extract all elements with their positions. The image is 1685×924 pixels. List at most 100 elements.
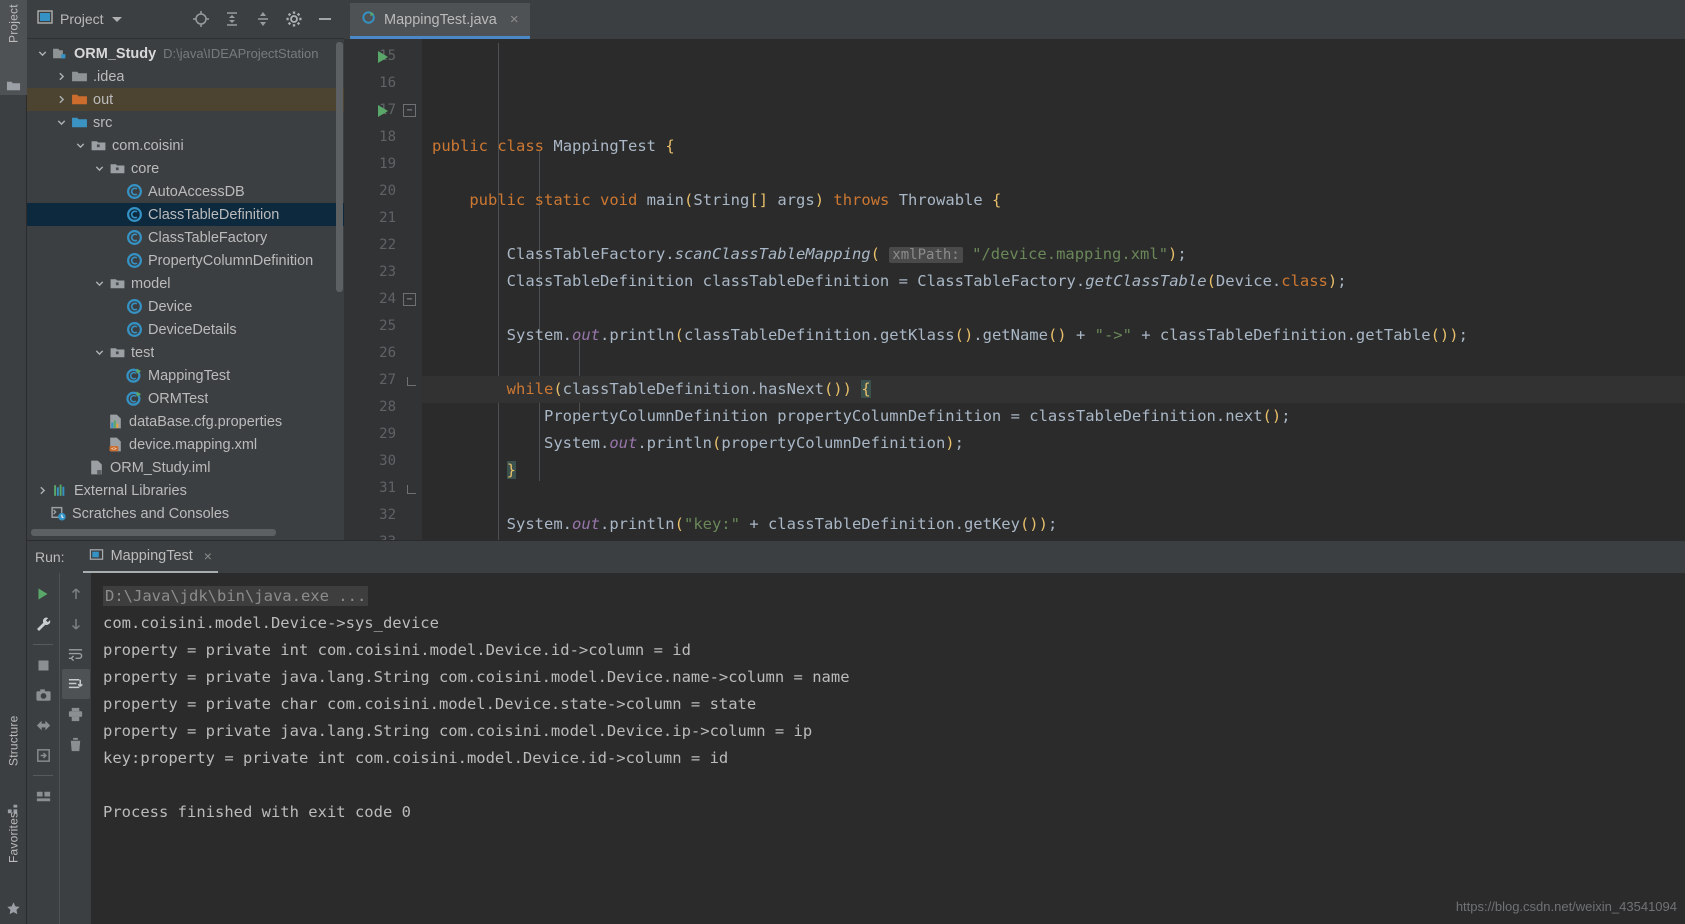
code-line-29[interactable]: System.out.println("key:" + classTableDe… xyxy=(422,511,1685,538)
close-icon[interactable]: × xyxy=(204,548,212,564)
chevron-right-icon[interactable] xyxy=(37,484,50,497)
collapse-all-icon[interactable] xyxy=(254,10,272,28)
gutter-line-18[interactable]: 18 xyxy=(344,124,422,151)
gutter-line-28[interactable]: 28 xyxy=(344,394,422,421)
project-tree-vertical-scrollbar[interactable] xyxy=(336,42,343,292)
tool-tab-structure[interactable]: Structure xyxy=(0,712,27,796)
gutter-line-25[interactable]: 25 xyxy=(344,313,422,340)
gutter-line-17[interactable]: 17 xyxy=(344,97,422,124)
run-line-icon[interactable] xyxy=(378,105,388,117)
code-line-24[interactable]: while(classTableDefinition.hasNext()) { xyxy=(422,376,1685,403)
code-line-27[interactable]: } xyxy=(422,457,1685,484)
fold-collapse-icon[interactable] xyxy=(403,104,416,117)
gutter-line-20[interactable]: 20 xyxy=(344,178,422,205)
code-line-20[interactable]: ClassTableDefinition classTableDefinitio… xyxy=(422,268,1685,295)
code-line-23[interactable] xyxy=(422,349,1685,376)
code-line-18[interactable] xyxy=(422,214,1685,241)
stop-icon[interactable] xyxy=(29,650,57,680)
print-icon[interactable] xyxy=(62,699,90,729)
arrow-down-icon[interactable] xyxy=(62,609,90,639)
run-line-icon[interactable] xyxy=(378,51,388,63)
gutter-line-22[interactable]: 22 xyxy=(344,232,422,259)
run-tab-mappingtest[interactable]: MappingTest × xyxy=(82,542,218,573)
tree-node-core[interactable]: core xyxy=(27,157,344,180)
tree-node-com-coisini[interactable]: com.coisini xyxy=(27,134,344,157)
tree-node-orm-study[interactable]: ORM_Study D:\java\IDEAProjectStation xyxy=(27,42,344,65)
hide-icon[interactable] xyxy=(316,10,334,28)
chevron-right-icon[interactable] xyxy=(56,70,69,83)
gutter-line-21[interactable]: 21 xyxy=(344,205,422,232)
arrow-up-icon[interactable] xyxy=(62,579,90,609)
code-editor[interactable]: 15161718192021222324252627282930313233 p… xyxy=(344,39,1685,540)
project-tree-horizontal-scrollbar[interactable] xyxy=(31,529,276,536)
chevron-down-icon[interactable] xyxy=(94,162,107,175)
expand-all-icon[interactable] xyxy=(223,10,241,28)
editor-gutter[interactable]: 15161718192021222324252627282930313233 xyxy=(344,39,422,540)
soft-wrap-icon[interactable] xyxy=(62,639,90,669)
chevron-down-icon[interactable] xyxy=(94,277,107,290)
tree-node-ormtest[interactable]: ORMTest xyxy=(27,387,344,410)
editor-tab-mappingtest[interactable]: MappingTest.java × xyxy=(350,3,530,39)
gutter-line-16[interactable]: 16 xyxy=(344,70,422,97)
chevron-down-icon[interactable] xyxy=(94,346,107,359)
close-icon[interactable]: × xyxy=(510,11,519,28)
tree-node-mappingtest[interactable]: MappingTest xyxy=(27,364,344,387)
chevron-right-icon[interactable] xyxy=(56,93,69,106)
code-line-17[interactable]: public static void main(String[] args) t… xyxy=(422,187,1685,214)
gutter-line-29[interactable]: 29 xyxy=(344,421,422,448)
tree-node-idea[interactable]: .idea xyxy=(27,65,344,88)
camera-icon[interactable] xyxy=(29,680,57,710)
tree-node-model[interactable]: model xyxy=(27,272,344,295)
tree-node-database-cfg-properties[interactable]: dataBase.cfg.properties xyxy=(27,410,344,433)
tree-node-scratches-and-consoles[interactable]: Scratches and Consoles xyxy=(27,502,344,525)
code-line-16[interactable] xyxy=(422,160,1685,187)
tree-node-device-mapping-xml[interactable]: <> device.mapping.xml xyxy=(27,433,344,456)
gear-icon[interactable] xyxy=(285,10,303,28)
scroll-to-end-icon[interactable] xyxy=(61,669,90,699)
tree-node-autoaccessdb[interactable]: AutoAccessDB xyxy=(27,180,344,203)
code-line-22[interactable]: System.out.println(classTableDefinition.… xyxy=(422,322,1685,349)
gutter-line-32[interactable]: 32 xyxy=(344,502,422,529)
fold-end-icon[interactable] xyxy=(407,485,416,494)
chevron-down-icon[interactable] xyxy=(56,116,69,129)
tree-node-classtablefactory[interactable]: ClassTableFactory xyxy=(27,226,344,249)
tree-node-devicedetails[interactable]: DeviceDetails xyxy=(27,318,344,341)
fold-collapse-icon[interactable] xyxy=(403,293,416,306)
tree-node-device[interactable]: Device xyxy=(27,295,344,318)
project-tree[interactable]: ORM_Study D:\java\IDEAProjectStation .idea… xyxy=(27,39,344,540)
tree-node-orm-study-iml[interactable]: ORM_Study.iml xyxy=(27,456,344,479)
fold-end-icon[interactable] xyxy=(407,377,416,386)
code-line-19[interactable]: ClassTableFactory.scanClassTableMapping(… xyxy=(422,241,1685,268)
chevron-down-icon[interactable] xyxy=(37,47,50,60)
code-line-21[interactable] xyxy=(422,295,1685,322)
wrench-icon[interactable] xyxy=(29,609,57,639)
gutter-line-31[interactable]: 31 xyxy=(344,475,422,502)
tool-tab-favorites[interactable]: Favorites xyxy=(0,808,27,894)
export-icon[interactable] xyxy=(29,740,57,770)
tree-node-propertycolumndefinition[interactable]: PropertyColumnDefinition xyxy=(27,249,344,272)
tree-node-test[interactable]: test xyxy=(27,341,344,364)
trash-icon[interactable] xyxy=(62,729,90,759)
thread-dump-icon[interactable] xyxy=(29,710,57,740)
tree-node-out[interactable]: out xyxy=(27,88,344,111)
code-text[interactable]: public class MappingTest { public static… xyxy=(422,39,1685,540)
gutter-line-19[interactable]: 19 xyxy=(344,151,422,178)
code-line-28[interactable] xyxy=(422,484,1685,511)
locate-icon[interactable] xyxy=(192,10,210,28)
code-line-15[interactable]: public class MappingTest { xyxy=(422,133,1685,160)
gutter-line-27[interactable]: 27 xyxy=(344,367,422,394)
layout-icon[interactable] xyxy=(29,781,57,811)
tree-node-src[interactable]: src xyxy=(27,111,344,134)
gutter-line-24[interactable]: 24 xyxy=(344,286,422,313)
chevron-down-icon[interactable] xyxy=(111,16,122,22)
tree-node-classtabledefinition[interactable]: ClassTableDefinition xyxy=(27,203,344,226)
gutter-line-26[interactable]: 26 xyxy=(344,340,422,367)
chevron-down-icon[interactable] xyxy=(75,139,88,152)
rerun-icon[interactable] xyxy=(29,579,57,609)
gutter-line-30[interactable]: 30 xyxy=(344,448,422,475)
gutter-line-23[interactable]: 23 xyxy=(344,259,422,286)
code-line-26[interactable]: System.out.println(propertyColumnDefinit… xyxy=(422,430,1685,457)
gutter-line-33[interactable]: 33 xyxy=(344,529,422,540)
code-line-25[interactable]: PropertyColumnDefinition propertyColumnD… xyxy=(422,403,1685,430)
tree-node-external-libraries[interactable]: External Libraries xyxy=(27,479,344,502)
